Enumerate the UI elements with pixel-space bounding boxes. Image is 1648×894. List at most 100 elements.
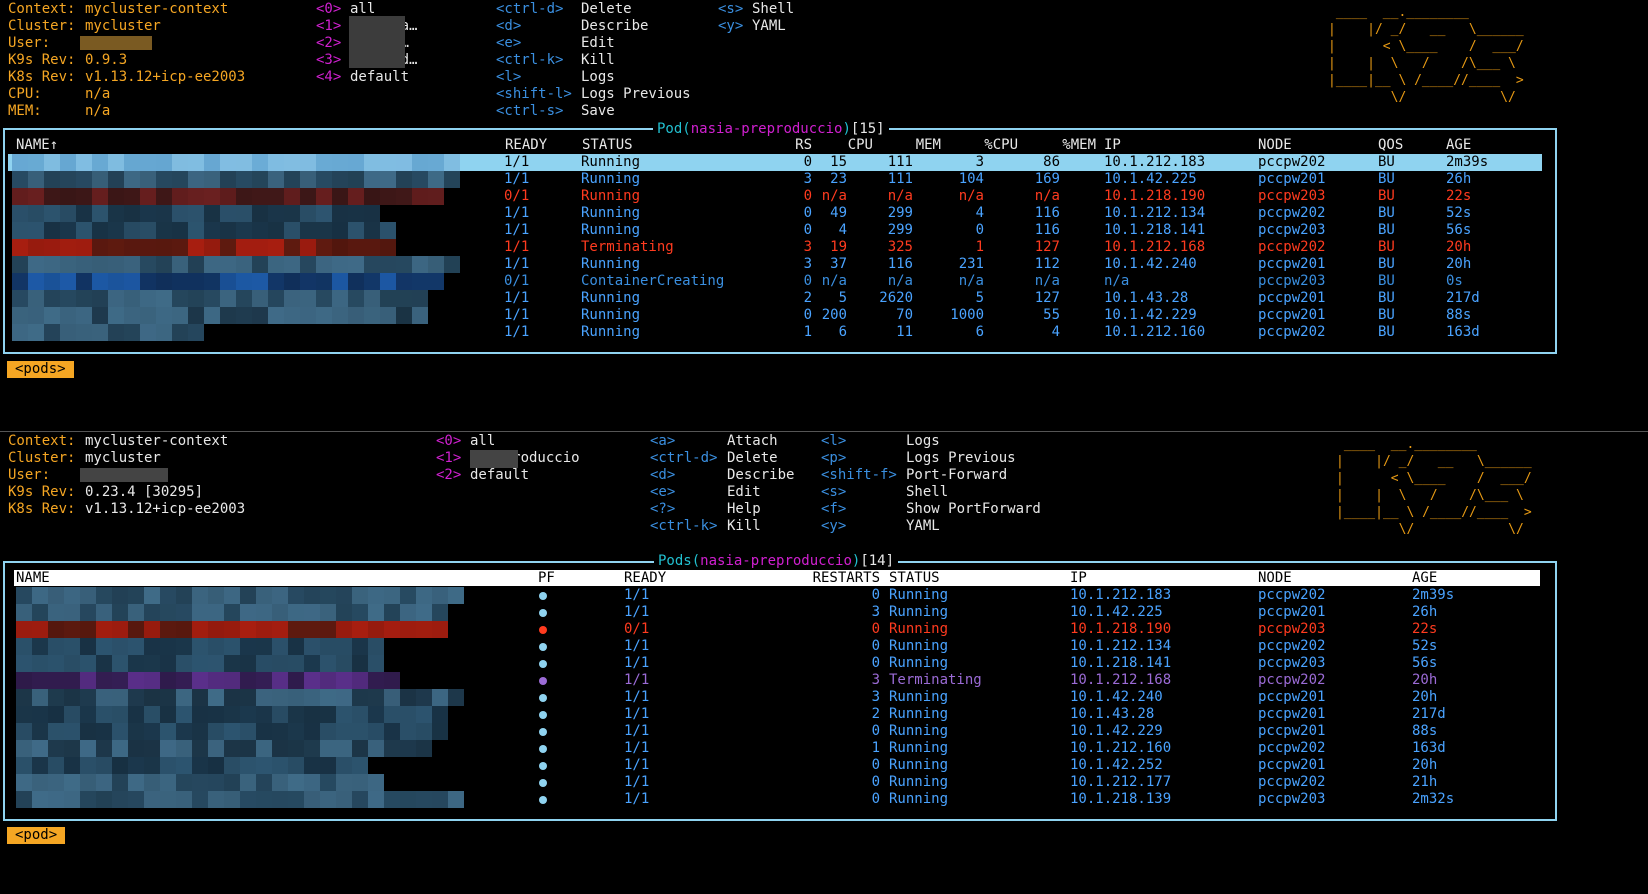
column-header[interactable]: %CPU — [984, 136, 1018, 154]
table-row[interactable]: 1/1 0 Running 10.1.218.139 pccpw203 2m32s — [8, 791, 1542, 808]
namespace-shortcut-label[interactable]: all — [470, 432, 495, 450]
hotkey-key[interactable]: <f> — [821, 500, 846, 518]
hotkey-label[interactable]: Logs Previous — [906, 449, 1016, 467]
namespace-shortcut-label[interactable]: default — [470, 466, 529, 484]
hotkey-key[interactable]: <e> — [496, 34, 521, 52]
hotkey-label[interactable]: Attach — [727, 432, 778, 450]
hotkey-key[interactable]: <s> — [821, 483, 846, 501]
hotkey-key[interactable]: <l> — [821, 432, 846, 450]
redacted-pixel — [288, 689, 304, 706]
column-header[interactable]: RESTARTS — [813, 569, 880, 587]
hotkey-label[interactable]: Edit — [581, 34, 615, 52]
hotkey-key[interactable]: <shift-l> — [496, 85, 572, 103]
column-header[interactable]: AGE — [1446, 136, 1471, 154]
hotkey-label[interactable]: Edit — [727, 483, 761, 501]
hotkey-key[interactable]: <a> — [650, 432, 675, 450]
table-row[interactable]: 0/1 Running 0 n/a n/a n/a n/a 10.1.218.190 pccpw… — [8, 188, 1542, 205]
column-header[interactable]: STATUS — [889, 569, 940, 587]
hotkey-label[interactable]: Save — [581, 102, 615, 120]
namespace-shortcut-key[interactable]: <3> — [316, 51, 341, 69]
hotkey-label[interactable]: YAML — [752, 17, 786, 35]
column-header[interactable]: PF — [538, 569, 555, 587]
table-row[interactable]: 1/1 0 Running 10.1.212.183 pccpw202 2m39s — [8, 587, 1542, 604]
column-header[interactable]: AGE — [1412, 569, 1437, 587]
hotkey-key[interactable]: <shift-f> — [821, 466, 897, 484]
table-row[interactable]: 1/1 3 Running 10.1.42.240 pccpw201 20h — [8, 689, 1542, 706]
hotkey-key[interactable]: <l> — [496, 68, 521, 86]
hotkey-key[interactable]: <y> — [821, 517, 846, 535]
hotkey-label[interactable]: Describe — [727, 466, 794, 484]
table-row[interactable]: 1/1 Running 0 49 299 4 116 10.1.212.134 pccpw202… — [8, 205, 1542, 222]
hotkey-label[interactable]: Show PortForward — [906, 500, 1041, 518]
hotkey-label[interactable]: Logs Previous — [581, 85, 691, 103]
namespace-shortcut-key[interactable]: <1> — [316, 17, 341, 35]
table-row[interactable]: 1/1 Running 3 23 111 104 169 10.1.42.225 pccpw20… — [8, 171, 1542, 188]
table-row[interactable]: 1/1 Running 0 15 111 3 86 10.1.212.183 pccpw202 B… — [8, 154, 1542, 171]
column-header[interactable]: NODE — [1258, 136, 1292, 154]
namespace-shortcut-key[interactable]: <0> — [316, 0, 341, 18]
column-header[interactable]: NAME — [16, 569, 50, 587]
hotkey-label[interactable]: Shell — [752, 0, 794, 18]
column-header[interactable]: NAME↑ — [16, 136, 58, 154]
namespace-shortcut-key[interactable]: <1> — [436, 449, 461, 467]
column-header[interactable]: IP — [1104, 136, 1121, 154]
column-header[interactable]: READY — [624, 569, 666, 587]
column-header[interactable]: READY — [505, 136, 547, 154]
hotkey-key[interactable]: <ctrl-d> — [650, 449, 717, 467]
hotkey-label[interactable]: Kill — [727, 517, 761, 535]
redacted-pixel — [284, 290, 300, 307]
table-row[interactable]: 1/1 Terminating 3 19 325 1 127 10.1.212.168 pccp… — [8, 239, 1542, 256]
table-row[interactable]: 1/1 0 Running 10.1.212.177 pccpw202 21h — [8, 774, 1542, 791]
table-row[interactable]: 1/1 Running 1 6 11 6 4 10.1.212.160 pccpw202 BU 16… — [8, 324, 1542, 341]
hotkey-label[interactable]: Port-Forward — [906, 466, 1007, 484]
hotkey-key[interactable]: <d> — [650, 466, 675, 484]
column-header[interactable]: RS — [795, 136, 812, 154]
column-header[interactable]: MEM — [916, 136, 941, 154]
hotkey-key[interactable]: <ctrl-s> — [496, 102, 563, 120]
hotkey-key[interactable]: <ctrl-d> — [496, 0, 563, 18]
table-row[interactable]: 0/1 ContainerCreating 0 n/a n/a n/a n/a n/a pccp… — [8, 273, 1542, 290]
hotkey-label[interactable]: Kill — [581, 51, 615, 69]
hotkey-key[interactable]: <y> — [718, 17, 743, 35]
hotkey-key[interactable]: <ctrl-k> — [650, 517, 717, 535]
hotkey-key[interactable]: <?> — [650, 500, 675, 518]
namespace-shortcut-key[interactable]: <2> — [436, 466, 461, 484]
table-row[interactable]: 1/1 0 Running 10.1.212.134 pccpw202 52s — [8, 638, 1542, 655]
column-header[interactable]: IP — [1070, 569, 1087, 587]
hotkey-label[interactable]: Describe — [581, 17, 648, 35]
table-row[interactable]: 1/1 0 Running 10.1.42.229 pccpw201 88s — [8, 723, 1542, 740]
hotkey-key[interactable]: <p> — [821, 449, 846, 467]
hotkey-label[interactable]: Delete — [727, 449, 778, 467]
table-row[interactable]: 1/1 3 Terminating 10.1.212.168 pccpw202 20h — [8, 672, 1542, 689]
namespace-shortcut-label[interactable]: default — [350, 68, 409, 86]
column-header[interactable]: NODE — [1258, 569, 1292, 587]
table-row[interactable]: 1/1 1 Running 10.1.212.160 pccpw202 163d — [8, 740, 1542, 757]
hotkey-label[interactable]: Help — [727, 500, 761, 518]
namespace-shortcut-key[interactable]: <0> — [436, 432, 461, 450]
column-header[interactable]: CPU — [848, 136, 873, 154]
column-header[interactable]: %MEM — [1062, 136, 1096, 154]
column-header[interactable]: QOS — [1378, 136, 1403, 154]
namespace-shortcut-key[interactable]: <4> — [316, 68, 341, 86]
hotkey-label[interactable]: YAML — [906, 517, 940, 535]
hotkey-key[interactable]: <s> — [718, 0, 743, 18]
hotkey-key[interactable]: <d> — [496, 17, 521, 35]
table-row[interactable]: 1/1 3 Running 10.1.42.225 pccpw201 26h — [8, 604, 1542, 621]
hotkey-label[interactable]: Shell — [906, 483, 948, 501]
table-row[interactable]: 1/1 Running 3 37 116 231 112 10.1.42.240 pccpw20… — [8, 256, 1542, 273]
table-row[interactable]: 1/1 Running 0 200 70 1000 55 10.1.42.229 pccpw20… — [8, 307, 1542, 324]
table-row[interactable]: 0/1 0 Running 10.1.218.190 pccpw203 22s — [8, 621, 1542, 638]
hotkey-label[interactable]: Logs — [581, 68, 615, 86]
table-row[interactable]: 1/1 Running 2 5 2620 5 127 10.1.43.28 pccpw201 BU… — [8, 290, 1542, 307]
table-row[interactable]: 1/1 0 Running 10.1.42.252 pccpw201 20h — [8, 757, 1542, 774]
table-row[interactable]: 1/1 0 Running 10.1.218.141 pccpw203 56s — [8, 655, 1542, 672]
column-header[interactable]: STATUS — [582, 136, 633, 154]
hotkey-label[interactable]: Logs — [906, 432, 940, 450]
hotkey-key[interactable]: <ctrl-k> — [496, 51, 563, 69]
cell-ip: 10.1.42.225 — [1070, 604, 1163, 620]
table-row[interactable]: 1/1 Running 0 4 299 0 116 10.1.218.141 pccpw203 B… — [8, 222, 1542, 239]
hotkey-label[interactable]: Delete — [581, 0, 632, 18]
table-row[interactable]: 1/1 2 Running 10.1.43.28 pccpw201 217d — [8, 706, 1542, 723]
namespace-shortcut-key[interactable]: <2> — [316, 34, 341, 52]
hotkey-key[interactable]: <e> — [650, 483, 675, 501]
